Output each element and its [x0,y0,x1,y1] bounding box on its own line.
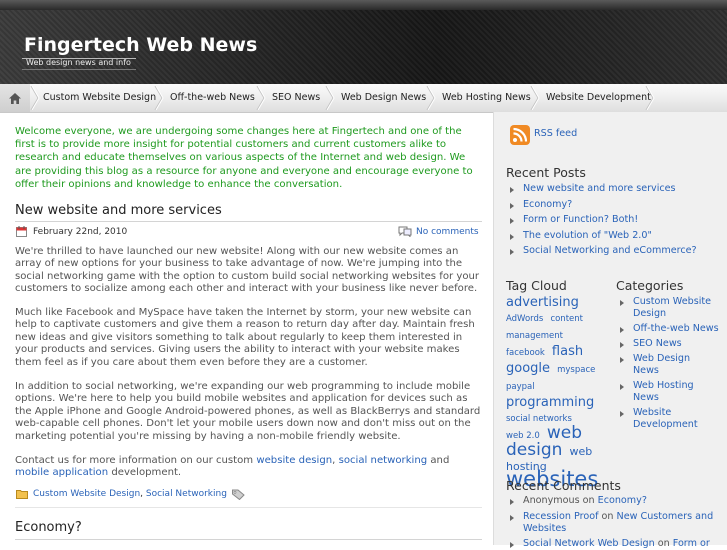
post-contact-paragraph: Contact us for more information on our c… [15,455,485,480]
list-item: Economy? [507,199,717,211]
category-link[interactable]: Off-the-web News [633,323,719,334]
nav-item-custom-website-design[interactable]: Custom Website Design [43,84,156,112]
list-item: Web Design News [617,353,719,377]
nav-item-web-hosting-news[interactable]: Web Hosting News [442,84,531,112]
category-link[interactable]: SEO News [633,338,682,349]
social-networking-link[interactable]: social networking [339,455,428,466]
tag-link[interactable]: paypal [506,382,535,392]
recent-comments-heading: Recent Comments [506,478,621,493]
sidebar: RSS feed Recent Posts New website and mo… [493,112,727,549]
recent-post-link[interactable]: Social Networking and eCommerce? [523,245,697,256]
list-item: Web Hosting News [617,380,719,404]
nav-home-button[interactable] [0,84,30,112]
nav-separator [30,86,40,110]
site-tagline: Web design news and info [26,58,131,67]
tag-link[interactable]: programming [506,395,594,410]
recent-post-link[interactable]: New website and more services [523,183,676,194]
website-design-link[interactable]: website design [256,455,332,466]
recent-posts-heading: Recent Posts [506,165,586,180]
post-title[interactable]: Economy? [15,520,82,535]
recent-comments-list: Anonymous on Economy? Recession Proof on… [507,495,719,550]
tag-link[interactable]: management [506,331,563,341]
list-item: Form or Function? Both! [507,214,717,226]
tag-link[interactable]: flash [552,344,583,359]
tag-link[interactable]: content [550,314,583,324]
nav-item-off-the-web-news[interactable]: Off-the-web News [170,84,255,112]
comment-author-link[interactable]: Recession Proof [523,511,598,522]
nav-item-web-design-news[interactable]: Web Design News [341,84,426,112]
folder-icon [16,490,28,499]
home-icon [9,92,21,104]
category-link[interactable]: Web Design News [633,353,690,376]
tag-link[interactable]: myspace [557,365,595,375]
calendar-icon [16,226,27,237]
contact-separator: and [427,455,450,466]
list-item: Anonymous on Economy? [507,495,719,507]
mobile-application-link[interactable]: mobile application [15,467,108,478]
tag-icon [232,489,245,500]
post-paragraph: In addition to social networking, we're … [15,381,481,442]
comment-on-label: on [598,510,617,522]
comment-post-link[interactable]: Economy? [598,495,647,506]
post-divider [15,507,482,508]
nav-separator [256,86,266,110]
comment-on-label: on [654,538,673,550]
categories-list: Custom Website Design Off-the-web News S… [617,296,719,431]
tag-link[interactable]: google [506,361,550,376]
site-title[interactable]: Fingertech Web News [24,34,257,56]
category-link-social-networking[interactable]: Social Networking [146,489,227,499]
list-item: The evolution of "Web 2.0" [507,230,717,242]
nav-separator [530,86,540,110]
list-item: Website Development [617,407,719,431]
category-link[interactable]: Custom Website Design [633,296,711,319]
list-item: Social Network Web Design on Form or [507,538,719,550]
contact-text: development. [108,467,182,479]
category-link-custom-website-design[interactable]: Custom Website Design [33,489,140,499]
tag-cloud-heading: Tag Cloud [506,278,567,293]
comment-icon [398,226,412,237]
post-title-divider [15,221,482,222]
tag-cloud: advertising AdWords content management f… [506,294,600,490]
rss-icon[interactable] [510,125,530,145]
tag-link[interactable]: advertising [506,295,579,310]
post-paragraph: We're thrilled to have launched our new … [15,246,480,295]
comment-author: Anonymous [523,495,580,506]
main-nav: Custom Website Design Off-the-web News S… [0,84,727,113]
tag-link[interactable]: AdWords [506,314,543,324]
recent-post-link[interactable]: Form or Function? Both! [523,214,638,225]
tag-link[interactable]: facebook [506,348,545,358]
comment-post-link[interactable]: Form or [673,538,710,549]
site-header: Fingertech Web News Web design news and … [0,0,727,84]
post-title-divider [15,539,482,540]
post-date: February 22nd, 2010 [33,227,128,237]
list-item: Recession Proof on New Customers and Web… [507,511,719,535]
nav-separator [325,86,335,110]
contact-text: Contact us for more information on our c… [15,455,257,466]
recent-posts-list: New website and more services Economy? F… [507,183,717,257]
nav-item-seo-news[interactable]: SEO News [272,84,320,112]
post-categories: Custom Website Design, Social Networking [33,489,227,499]
post-title[interactable]: New website and more services [15,203,222,218]
categories-heading: Categories [616,278,684,293]
post-paragraph: Much like Facebook and MySpace have take… [15,307,475,368]
intro-text: Welcome everyone, we are undergoing some… [15,126,473,190]
nav-separator [154,86,164,110]
comment-on-label: on [579,495,598,506]
list-item: Custom Website Design [617,296,719,320]
list-item: SEO News [617,338,719,350]
recent-post-link[interactable]: The evolution of "Web 2.0" [523,230,652,241]
nav-separator [645,86,655,110]
list-item: Off-the-web News [617,323,719,335]
category-link[interactable]: Website Development [633,407,698,430]
nav-separator [426,86,436,110]
post-comments-link[interactable]: No comments [416,227,479,237]
recent-post-link[interactable]: Economy? [523,199,572,210]
comment-author-link[interactable]: Social Network Web Design [523,538,655,549]
rss-feed-link[interactable]: RSS feed [534,128,577,139]
category-link[interactable]: Web Hosting News [633,380,694,403]
nav-item-website-development[interactable]: Website Development [546,84,651,112]
list-item: New website and more services [507,183,717,195]
list-item: Social Networking and eCommerce? [507,245,717,257]
